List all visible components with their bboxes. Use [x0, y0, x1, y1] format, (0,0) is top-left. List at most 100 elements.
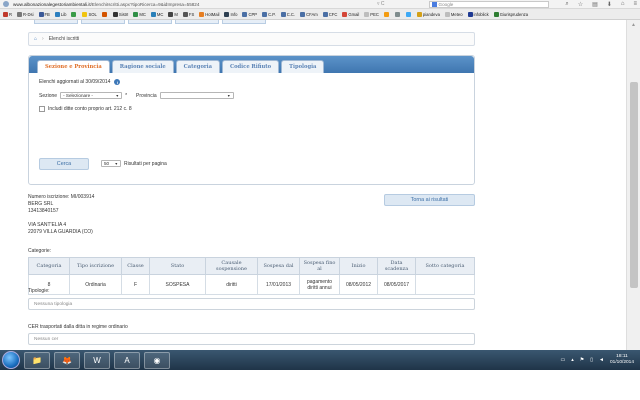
per-page-select[interactable]: 50 ▼	[101, 160, 121, 167]
bookmark-label: SOL	[88, 11, 97, 17]
col-inizio: Inizio	[339, 257, 378, 275]
page-scrollbar[interactable]: ▲	[626, 20, 640, 350]
provincia-select[interactable]: ▼	[159, 92, 234, 99]
cell-sotto-categoria	[415, 274, 475, 295]
bookmark-icon	[17, 11, 23, 17]
bookmark-item[interactable]: C.C.	[280, 11, 295, 17]
search-icon[interactable]: ⌕	[565, 1, 568, 8]
url-dropdown-icon[interactable]: ▿ C	[377, 1, 385, 7]
flag-icon[interactable]: ⚑	[580, 357, 584, 363]
sezione-select[interactable]: - Selezionare - ▼	[60, 92, 123, 99]
bookmark-item[interactable]: R-Dsi	[17, 11, 34, 17]
keyboard-icon[interactable]: ▭	[561, 357, 566, 363]
menu-tab[interactable]	[222, 20, 266, 24]
bookmark-item[interactable]: PEC	[364, 11, 379, 17]
search-tabs: Sezione e Provincia Ragione sociale Cate…	[29, 56, 474, 73]
bookmark-icon	[150, 11, 156, 17]
system-tray: ▭ ▴ ⚑ ▯ ◄ 18:11 01/10/2014	[561, 354, 640, 366]
bookmark-item[interactable]: CFAm	[300, 11, 318, 17]
bookmark-icon	[383, 11, 389, 17]
bookmark-item[interactable]	[101, 11, 108, 17]
bookmark-item[interactable]	[405, 11, 412, 17]
bookmark-item[interactable]: piandeva	[416, 11, 440, 17]
bookmark-item[interactable]: MC	[150, 11, 163, 17]
tab-ragione-sociale[interactable]: Ragione sociale	[111, 60, 174, 73]
bookmark-item[interactable]	[383, 11, 390, 17]
bookmark-item[interactable]: CPP	[242, 11, 257, 17]
gmail-icon	[342, 11, 348, 17]
scrollbar-thumb[interactable]	[630, 82, 638, 288]
categorie-label: Categorie:	[28, 248, 52, 254]
download-icon[interactable]: ⬇	[607, 1, 612, 8]
network-icon[interactable]: ▯	[590, 357, 593, 363]
web-search-placeholder: Google	[438, 1, 454, 7]
google-icon	[431, 1, 437, 7]
bookmark-item[interactable]: Gmail	[342, 11, 359, 17]
bookmarks-list-icon[interactable]: ▤	[592, 1, 598, 8]
menu-tab[interactable]	[128, 20, 172, 24]
bookmark-item[interactable]	[394, 11, 401, 17]
url-field[interactable]: www.albonazionalegestoriambientali.it/El…	[13, 2, 373, 7]
bookmark-item[interactable]: Info	[224, 11, 237, 17]
tab-sezione-provincia[interactable]: Sezione e Provincia	[37, 60, 110, 73]
cer-box: Nessun cer	[28, 333, 475, 345]
bookmark-item[interactable]: SistrI	[112, 11, 128, 17]
desktop-area	[0, 370, 640, 400]
home-icon[interactable]: ⌂	[621, 1, 625, 8]
bookmark-icon	[444, 11, 450, 17]
volume-icon[interactable]: ◄	[599, 357, 604, 363]
acrobat-task-icon[interactable]: A	[114, 351, 140, 369]
table-header-row: Categoria Tipo iscrizione Classe Stato C…	[28, 257, 475, 275]
col-stato: Stato	[149, 257, 206, 275]
bookmark-star-icon[interactable]: ☆	[578, 1, 583, 8]
col-sospesa-dal: Sospesa dal	[257, 257, 300, 275]
firefox-task-icon[interactable]: 🦊	[54, 351, 80, 369]
bookmark-item[interactable]: MC	[133, 11, 146, 17]
bookmark-item[interactable]: Meteo	[444, 11, 463, 17]
tab-codice-rifiuto[interactable]: Codice Rifiuto	[221, 60, 280, 73]
menu-tab[interactable]	[81, 20, 125, 24]
info-icon[interactable]: i	[114, 79, 121, 85]
tab-tipologia[interactable]: Tipologia	[281, 60, 325, 73]
cerca-button[interactable]: Cerca	[39, 158, 89, 170]
bookmark-item[interactable]: FS	[182, 11, 195, 17]
bookmark-item[interactable]: infoblick	[467, 11, 489, 17]
web-search-field[interactable]: Google	[428, 0, 549, 8]
bookmark-label: FS	[188, 11, 195, 17]
tray-arrow-icon[interactable]: ▴	[571, 357, 574, 363]
bookmark-icon	[54, 11, 60, 17]
breadcrumb-current: Elenchi iscritti	[48, 36, 80, 42]
scroll-up-icon[interactable]: ▲	[631, 22, 636, 28]
bookmark-item[interactable]: SOL	[82, 11, 97, 17]
conto-proprio-checkbox[interactable]	[39, 106, 45, 112]
chevron-down-icon: ▼	[115, 93, 120, 98]
required-mark: *	[125, 92, 128, 99]
bookmark-item[interactable]: FB	[38, 11, 50, 17]
word-task-icon[interactable]: W	[84, 351, 110, 369]
bookmark-item[interactable]: HotMail	[199, 11, 219, 17]
bookmark-item[interactable]: C.P.	[262, 11, 276, 17]
menu-tab[interactable]	[34, 20, 78, 24]
tab-categoria[interactable]: Categoria	[175, 60, 220, 73]
bookmark-item[interactable]: R	[3, 11, 12, 17]
back-to-results-button[interactable]: Torna ai risultati	[384, 194, 475, 206]
cell-stato: SOSPESA	[149, 274, 206, 295]
chrome-task-icon[interactable]: ◉	[144, 351, 170, 369]
bookmark-item[interactable]: Lib	[54, 11, 66, 17]
per-page-value: 50	[104, 161, 110, 166]
cell-sospesa-fino-al: pagamento diritti annui	[299, 274, 340, 295]
bookmark-item[interactable]	[71, 11, 77, 17]
col-sospesa-fino-al: Sospesa fino al	[299, 257, 340, 275]
explorer-task-icon[interactable]: 📁	[24, 351, 50, 369]
bookmark-label: FB	[44, 11, 50, 17]
home-icon[interactable]: ⌂	[34, 36, 37, 42]
clock[interactable]: 18:11 01/10/2014	[610, 354, 634, 366]
bookmark-item[interactable]: M	[168, 11, 178, 17]
start-button[interactable]	[2, 351, 20, 369]
bookmark-item[interactable]: CFC	[322, 11, 337, 17]
menu-tab[interactable]	[175, 20, 219, 24]
bookmark-item[interactable]: Giurisprudenza	[493, 11, 528, 17]
bookmark-icon	[394, 11, 400, 17]
menu-icon[interactable]: ≡	[633, 1, 637, 8]
col-sotto-categoria: Sotto categoria	[415, 257, 475, 275]
